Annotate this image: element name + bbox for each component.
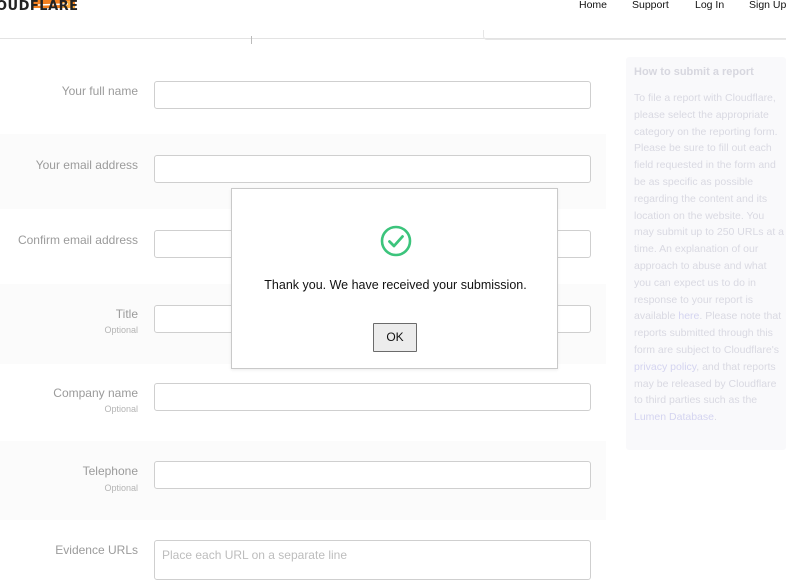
full-name-label: Your full name — [61, 84, 138, 98]
confirm-email-label: Confirm email address — [17, 233, 138, 247]
nav-login-link[interactable]: Log In — [695, 0, 724, 11]
check-circle-icon — [380, 225, 412, 257]
form-row-telephone: Telephone Optional — [0, 441, 606, 521]
email-label: Your email address — [35, 158, 138, 172]
title-label: Title — [115, 307, 138, 321]
company-optional-hint: Optional — [104, 404, 138, 414]
abuse-approach-link[interactable]: here — [678, 310, 699, 322]
company-input[interactable] — [154, 383, 591, 411]
evidence-urls-placeholder: Place each URL on a separate line — [162, 548, 348, 562]
nav-support-link[interactable]: Support — [632, 0, 669, 11]
form-row-evidence-urls: Evidence URLs Place each URL on a separa… — [0, 520, 606, 580]
how-to-submit-panel: How to submit a report To file a report … — [626, 57, 786, 450]
sidebar-text: To file a report with Cloudflare, please… — [634, 90, 786, 426]
form-row-full-name: Your full name — [0, 56, 606, 135]
dialog-message: Thank you. We have received your submiss… — [264, 278, 527, 292]
tab-divider — [251, 36, 252, 44]
email-input[interactable] — [154, 155, 591, 183]
evidence-urls-textarea[interactable]: Place each URL on a separate line — [154, 540, 591, 580]
telephone-optional-hint: Optional — [104, 483, 138, 493]
submission-success-dialog: Thank you. We have received your submiss… — [231, 188, 558, 369]
sidebar-text-4: . — [713, 411, 717, 424]
sidebar-text-1: To file a report with Cloudflare, please… — [634, 92, 784, 323]
ok-button[interactable]: OK — [373, 323, 417, 352]
nav-signup-link[interactable]: Sign Up — [749, 0, 786, 11]
sidebar-title: How to submit a report — [634, 66, 754, 78]
lumen-database-link[interactable]: Lumen Database — [634, 411, 714, 423]
telephone-input[interactable] — [154, 461, 591, 489]
evidence-urls-label: Evidence URLs — [55, 543, 138, 557]
company-label: Company name — [53, 386, 138, 400]
logo-text[interactable]: OUDFLARE — [0, 0, 79, 14]
full-name-input[interactable] — [154, 81, 591, 109]
title-optional-hint: Optional — [104, 325, 138, 335]
nav-home-link[interactable]: Home — [579, 0, 607, 11]
header-search-strip — [483, 30, 786, 40]
telephone-label: Telephone — [82, 464, 138, 478]
form-row-company: Company name Optional — [0, 364, 606, 442]
privacy-policy-link[interactable]: privacy policy — [634, 361, 696, 373]
